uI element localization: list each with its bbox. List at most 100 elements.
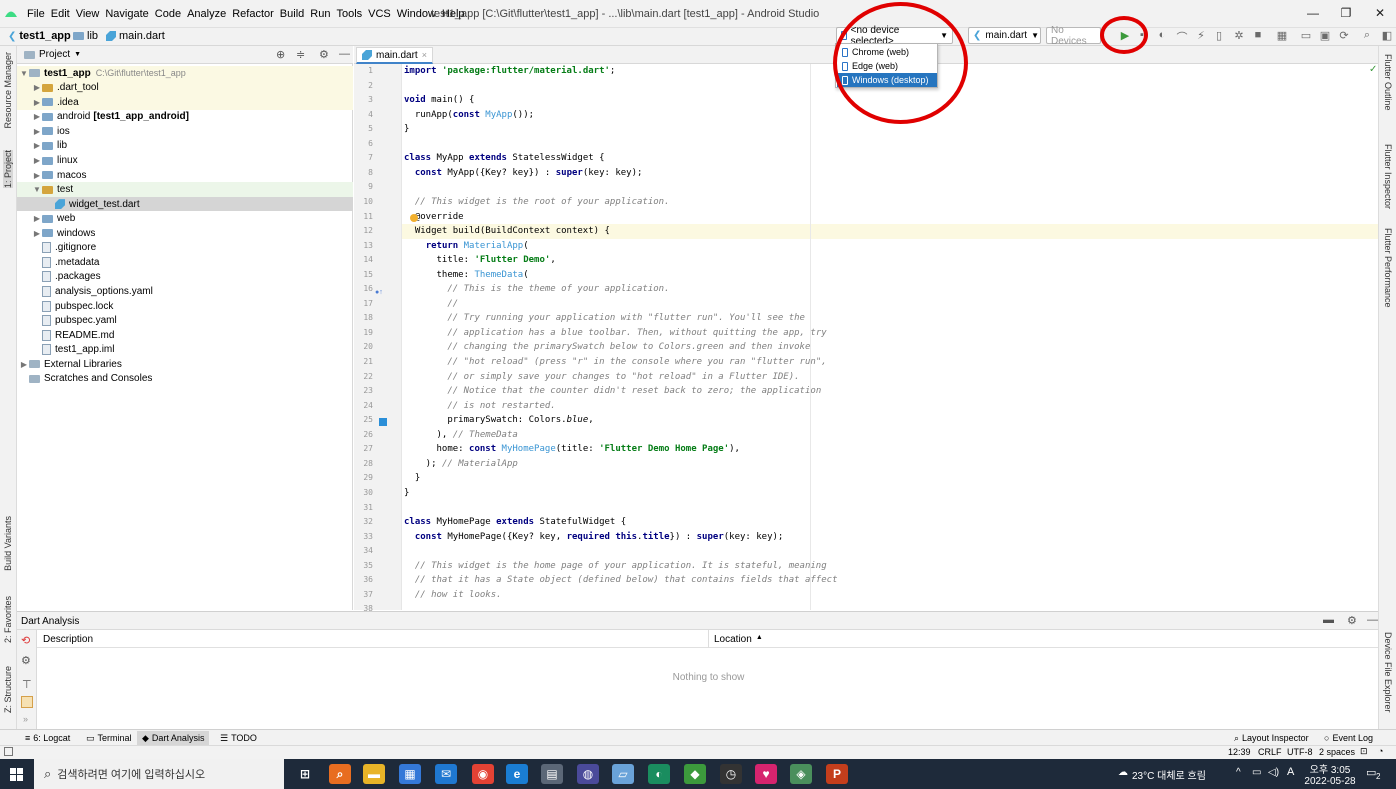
menu-run[interactable]: Run <box>307 8 333 20</box>
notification-icon[interactable]: ▭ <box>1366 766 1376 779</box>
network-icon[interactable]: ▭ <box>1252 767 1261 778</box>
debug-icon[interactable]: ▪ <box>1135 29 1149 43</box>
hot-reload-icon[interactable]: ⚡ <box>1194 29 1208 43</box>
tree-item[interactable]: README.md <box>17 328 353 343</box>
tab-todo[interactable]: ☰ TODO <box>215 731 262 745</box>
toggle-panels-icon[interactable] <box>4 747 13 756</box>
tree-item[interactable]: .metadata <box>17 255 353 270</box>
close-tab-icon[interactable]: × <box>422 50 427 60</box>
ime-indicator[interactable]: A <box>1287 766 1294 778</box>
volume-icon[interactable]: ◁) <box>1268 767 1279 778</box>
close-icon[interactable]: ✕ <box>1372 6 1388 20</box>
heart-app-icon[interactable]: ♥ <box>755 764 777 784</box>
tree-item[interactable]: ▶ linux <box>17 153 353 168</box>
profile-icon[interactable]: ⌒ <box>1175 29 1189 44</box>
taskbar-search[interactable]: ⌕ 검색하려면 여기에 입력하십시오 <box>34 759 284 789</box>
favorites-tab[interactable]: 2: Favorites <box>3 596 13 643</box>
expand-icon[interactable]: ▶ <box>32 98 42 107</box>
tree-item[interactable]: pubspec.lock <box>17 299 353 314</box>
project-view-selector[interactable]: Project ▼ <box>24 49 81 60</box>
assistant-icon[interactable]: ◧ <box>1380 29 1394 43</box>
app-icon[interactable]: ◍ <box>577 764 599 784</box>
menu-build[interactable]: Build <box>277 8 307 20</box>
settings-icon[interactable]: ⚙ <box>21 654 31 667</box>
tray-chevron-icon[interactable]: ^ <box>1236 767 1241 778</box>
calculator-icon[interactable]: ▤ <box>541 764 563 784</box>
tree-item[interactable]: ▶ macos <box>17 168 353 183</box>
menu-refactor[interactable]: Refactor <box>229 8 277 20</box>
device-option-edge[interactable]: Edge (web) <box>837 59 937 73</box>
expand-icon[interactable]: ▶ <box>32 141 42 150</box>
sdk-manager-icon[interactable]: ▣ <box>1318 29 1332 43</box>
expand-icon[interactable]: ▶ <box>32 83 42 92</box>
tree-item[interactable]: ▶ .idea <box>17 95 353 110</box>
attach-icon[interactable]: ▯ <box>1212 29 1226 43</box>
flutter-performance-tab[interactable]: Flutter Performance <box>1383 228 1393 308</box>
caret-position[interactable]: 12:39 <box>1228 747 1251 757</box>
minimize-icon[interactable]: — <box>1305 6 1321 20</box>
menu-file[interactable]: File <box>24 8 48 20</box>
breadcrumb-file[interactable]: main.dart <box>106 30 165 42</box>
menu-vcs[interactable]: VCS <box>365 8 394 20</box>
structure-tab[interactable]: Z: Structure <box>3 666 13 713</box>
file-encoding[interactable]: UTF-8 <box>1287 747 1313 757</box>
bulb-icon[interactable] <box>410 214 418 222</box>
run-icon[interactable]: ▶ <box>1118 29 1132 43</box>
gem-icon[interactable]: ◆ <box>684 764 706 784</box>
android-studio-taskbar-icon[interactable]: ◈ <box>790 764 812 784</box>
tree-item[interactable]: ▶ .dart_tool <box>17 80 353 95</box>
menu-tools[interactable]: Tools <box>333 8 365 20</box>
store-icon[interactable]: ▦ <box>399 764 421 784</box>
tab-logcat[interactable]: ≡ 6: Logcat <box>20 731 75 745</box>
sync-icon[interactable]: ⟳ <box>1337 29 1351 43</box>
task-view-icon[interactable]: ⊞ <box>294 764 316 784</box>
tree-item[interactable]: ▶ ios <box>17 124 353 139</box>
breadcrumb-folder[interactable]: lib <box>73 30 98 42</box>
menu-view[interactable]: View <box>73 8 103 20</box>
tab-dart-analysis[interactable]: ◆ Dart Analysis <box>137 731 210 745</box>
expand-icon[interactable]: ▶ <box>32 214 42 223</box>
hide-icon[interactable]: — <box>1367 614 1378 626</box>
device-option-chrome[interactable]: Chrome (web) <box>837 45 937 59</box>
flutter-inspector-tab[interactable]: Flutter Inspector <box>1383 144 1393 209</box>
gear-icon[interactable]: ⚙ <box>1347 614 1357 627</box>
coverage-icon[interactable]: ◐ <box>1155 29 1169 43</box>
menu-code[interactable]: Code <box>152 8 184 20</box>
flutter-outline-tab[interactable]: Flutter Outline <box>1383 54 1393 111</box>
device-file-explorer-tab[interactable]: Device File Explorer <box>1383 632 1393 713</box>
mail-icon[interactable]: ✉ <box>435 764 457 784</box>
tree-item[interactable]: analysis_options.yaml <box>17 284 353 299</box>
menu-edit[interactable]: Edit <box>48 8 73 20</box>
search-icon[interactable]: ⌕ <box>1360 29 1374 43</box>
project-tab[interactable]: 1: Project <box>3 150 13 189</box>
device-option-windows[interactable]: Windows (desktop) <box>837 73 937 87</box>
indent-setting[interactable]: 2 spaces <box>1319 747 1355 757</box>
edge-icon[interactable]: ◐ <box>648 764 670 784</box>
menu-navigate[interactable]: Navigate <box>102 8 151 20</box>
device-selector[interactable]: <no device selected> ▼ <box>836 25 953 47</box>
lock-icon[interactable]: ⊡ <box>1360 746 1368 757</box>
taskbar-app-search-icon[interactable]: ⌕ <box>329 764 351 784</box>
tree-item[interactable]: ▶ web <box>17 211 353 226</box>
memory-icon[interactable]: ◔ <box>1378 746 1383 756</box>
more-icon[interactable]: » <box>23 714 28 724</box>
powerpoint-icon[interactable]: P <box>826 764 848 784</box>
tree-item[interactable]: ▶ android [test1_app_android] <box>17 110 353 125</box>
tree-item[interactable]: ▼ test <box>17 182 353 197</box>
collapse-all-icon[interactable]: ≑ <box>296 48 305 61</box>
override-marker-icon[interactable]: ●↑ <box>375 289 383 296</box>
col-location[interactable]: Location ▲ <box>714 634 763 645</box>
breadcrumb-project[interactable]: ❮ test1_app <box>8 30 71 42</box>
ie-icon[interactable]: e <box>506 764 528 784</box>
project-structure-icon[interactable]: ▦ <box>1275 29 1289 43</box>
tree-item[interactable]: ▶ lib <box>17 139 353 154</box>
clock[interactable]: 오후 3:05 2022-05-28 <box>1302 761 1358 787</box>
tree-item[interactable]: Scratches and Consoles <box>17 372 353 387</box>
expand-icon[interactable]: ▼ <box>32 185 42 194</box>
bug-icon[interactable]: ✲ <box>1232 29 1246 43</box>
hide-icon[interactable]: — <box>339 48 350 60</box>
tab-event-log[interactable]: ○ Event Log <box>1319 731 1378 745</box>
filter-icon[interactable] <box>21 696 33 708</box>
comment-icon[interactable]: ▬ <box>1323 614 1334 626</box>
resource-manager-tab[interactable]: Resource Manager <box>3 52 13 129</box>
